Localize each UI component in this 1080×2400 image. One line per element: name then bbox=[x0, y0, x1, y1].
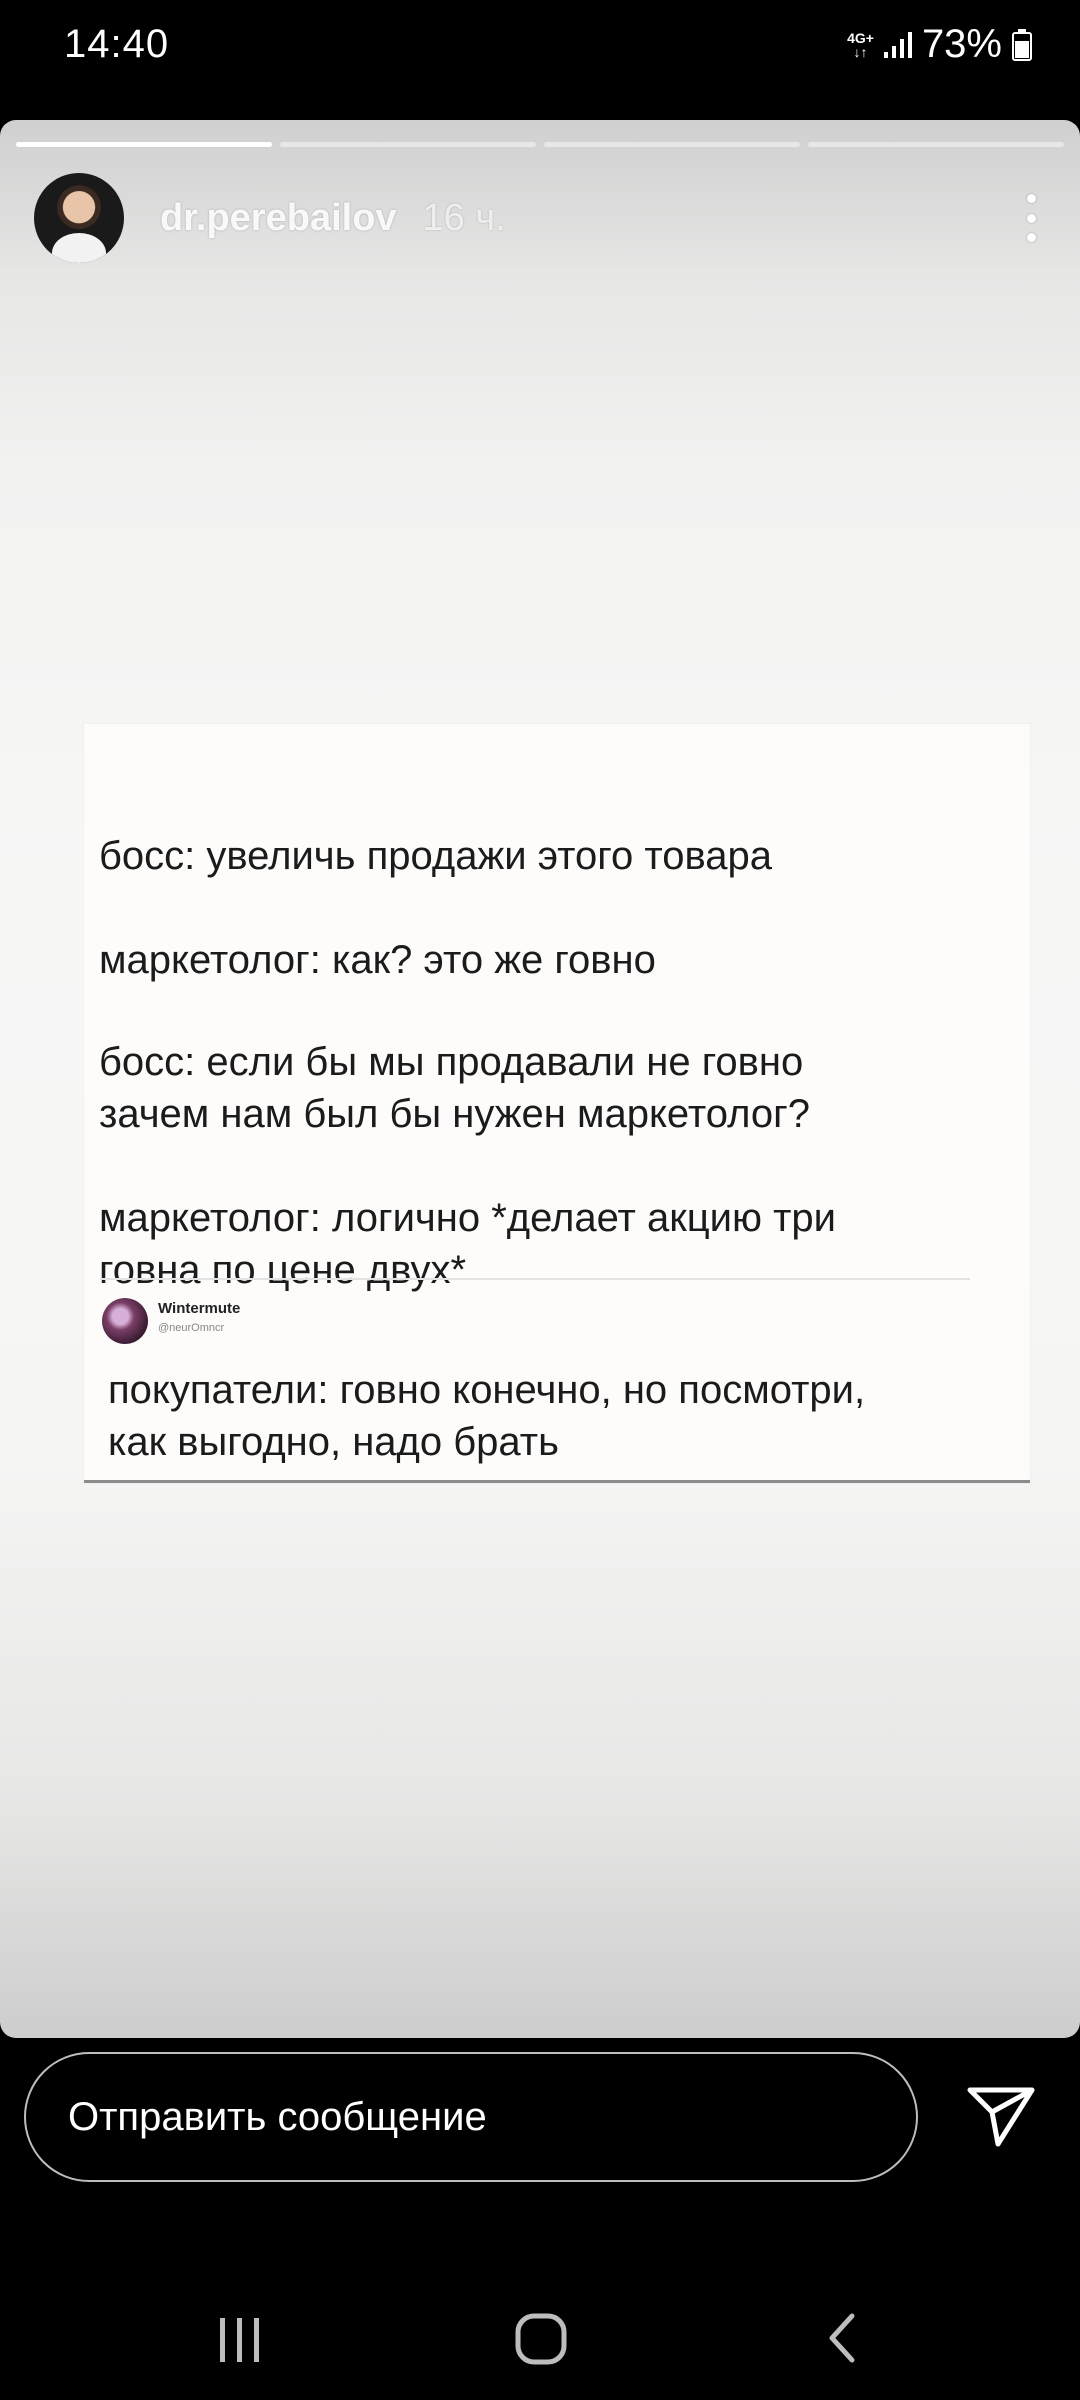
meme-text-line: покупатели: говно конечно, но посмотри, bbox=[108, 1368, 866, 1412]
progress-segment bbox=[280, 142, 536, 147]
screen: 14:40 4G+ ↓↑ 73% dr.perebailov 16 ч. бос… bbox=[0, 0, 1080, 2400]
story-view[interactable]: dr.perebailov 16 ч. босс: увеличь продаж… bbox=[0, 120, 1080, 2038]
progress-segment bbox=[544, 142, 800, 147]
meme-text-line: босс: увеличь продажи этого товара bbox=[99, 834, 773, 878]
divider bbox=[100, 1278, 970, 1280]
story-time: 16 ч. bbox=[422, 196, 506, 239]
meme-image: босс: увеличь продажи этого товара марке… bbox=[84, 724, 1030, 1483]
more-vertical-icon[interactable] bbox=[1016, 188, 1046, 248]
meme-text-line: маркетолог: как? это же говно bbox=[99, 938, 656, 982]
network-label: 4G+ bbox=[847, 29, 874, 46]
signal-icon bbox=[883, 30, 912, 60]
status-bar: 14:40 4G+ ↓↑ 73% bbox=[0, 0, 1080, 92]
meme-text-line: как выгодно, надо брать bbox=[108, 1420, 559, 1464]
tweet-handle: @neurOmncr bbox=[158, 1322, 225, 1334]
network-icon: 4G+ ↓↑ bbox=[847, 31, 874, 59]
battery-icon bbox=[1012, 28, 1032, 61]
dot bbox=[1026, 213, 1036, 223]
message-input[interactable]: Отправить сообщение bbox=[24, 2052, 918, 2182]
story-header: dr.perebailov 16 ч. bbox=[34, 172, 1046, 264]
home-icon[interactable] bbox=[502, 2300, 582, 2370]
story-progress bbox=[16, 142, 1064, 147]
meme-text-line: маркетолог: логично *делает акцию три bbox=[99, 1196, 836, 1240]
meme-text-line: говна по цене двух* bbox=[99, 1248, 467, 1292]
meme-text-line: зачем нам был бы нужен маркетолог? bbox=[99, 1092, 810, 1136]
message-input-placeholder: Отправить сообщение bbox=[68, 2094, 487, 2139]
progress-segment bbox=[808, 142, 1064, 147]
status-time: 14:40 bbox=[64, 22, 170, 66]
tweet-avatar bbox=[102, 1298, 148, 1344]
progress-fill bbox=[16, 142, 272, 147]
username[interactable]: dr.perebailov bbox=[160, 197, 397, 240]
recents-icon[interactable] bbox=[200, 2300, 280, 2370]
dot bbox=[1026, 194, 1036, 203]
navigation-bar bbox=[0, 2280, 1080, 2400]
meme-text-line: босс: если бы мы продавали не говно bbox=[99, 1040, 804, 1084]
progress-segment bbox=[16, 142, 272, 147]
battery-percent: 73% bbox=[921, 22, 1002, 66]
tweet-author: Wintermute bbox=[158, 1300, 241, 1317]
send-icon[interactable] bbox=[966, 2082, 1036, 2148]
dot bbox=[1026, 233, 1036, 242]
back-icon[interactable] bbox=[806, 2300, 886, 2370]
avatar[interactable] bbox=[34, 173, 124, 263]
data-arrows-icon: ↓↑ bbox=[853, 43, 868, 60]
status-icons: 4G+ ↓↑ 73% bbox=[847, 22, 1032, 67]
